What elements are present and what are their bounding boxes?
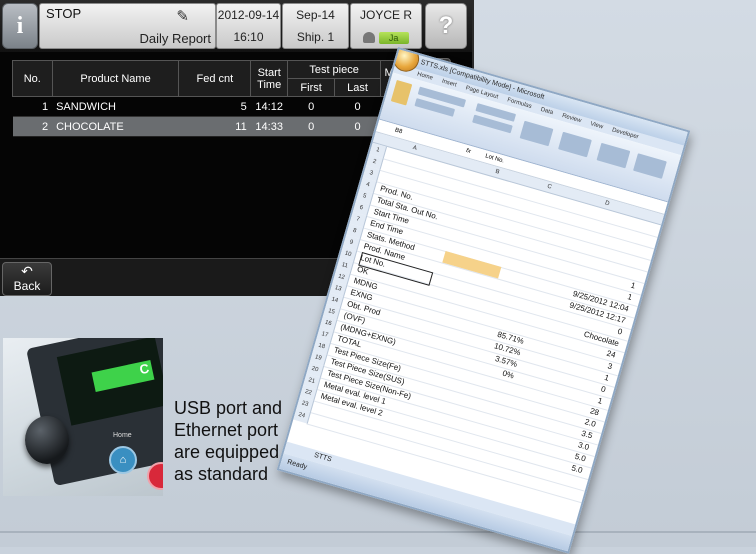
help-button[interactable]: ?	[425, 3, 467, 49]
row-last: 0	[334, 96, 381, 117]
rotary-knob	[25, 416, 69, 464]
back-arrow-icon: ↶	[21, 263, 33, 279]
styles-icon[interactable]	[558, 131, 592, 158]
status-panel[interactable]: STOP ✎ Daily Report	[39, 3, 216, 49]
info-button[interactable]: i	[2, 3, 38, 49]
report-label: Daily Report	[139, 31, 211, 46]
caption-line: USB port and	[174, 398, 283, 418]
fx-icon: fx	[465, 147, 472, 155]
row-start: 14:12	[250, 96, 288, 117]
col-last: Last	[334, 78, 381, 97]
row-product: CHOCOLATE	[52, 116, 179, 137]
row-start: 14:33	[250, 116, 288, 137]
lot-label: Sep-14	[296, 8, 335, 22]
caption-line: are equipped	[174, 442, 280, 462]
row-product: SANDWICH	[52, 96, 179, 117]
status-label: STOP	[46, 6, 82, 21]
machine-photo: C Home ⌂	[3, 338, 163, 496]
home-icon: ⌂	[109, 446, 137, 474]
date-label: 2012-09-14	[217, 8, 280, 22]
user-level: Ja	[351, 30, 421, 44]
paste-icon[interactable]	[390, 79, 413, 106]
caption-line: Ethernet port	[174, 420, 279, 440]
col-first: First	[287, 78, 336, 97]
ship-label: Ship. 1	[296, 30, 335, 44]
number-format-icon[interactable]	[519, 120, 554, 147]
caption-line: as standard	[174, 464, 269, 484]
col-test: Test piece	[287, 60, 381, 79]
selected-cell[interactable]	[442, 251, 502, 279]
back-label: Back	[13, 279, 41, 293]
row-no: 1	[12, 96, 53, 117]
row-first: 0	[287, 116, 335, 137]
col-start: Start Time	[250, 60, 289, 97]
editing-icon[interactable]	[633, 153, 667, 179]
col-header-d[interactable]: D	[604, 198, 611, 209]
date-time-display[interactable]: 2012-09-14 16:10	[216, 3, 281, 49]
access-level-badge: Ja	[378, 31, 409, 44]
time-label: 16:10	[233, 30, 264, 44]
row-fed: 11	[178, 116, 251, 137]
table-row[interactable]: 1 SANDWICH 5 14:12 0 0 1	[12, 96, 416, 117]
user-display[interactable]: JOYCE R Ja	[350, 3, 422, 49]
row-fed: 5	[178, 96, 251, 117]
col-header-c[interactable]: C	[546, 182, 553, 193]
cells-icon[interactable]	[596, 142, 631, 169]
back-button[interactable]: ↶ Back	[2, 262, 52, 296]
col-header-a[interactable]: A	[411, 143, 418, 154]
row-first: 0	[287, 96, 335, 117]
col-fed: Fed cnt	[178, 60, 252, 97]
name-box[interactable]: B8	[393, 125, 403, 139]
table-row-selected[interactable]: 2 CHOCOLATE 11 14:33 0 0 0	[12, 116, 416, 137]
col-no: No.	[12, 60, 53, 97]
user-icon	[363, 32, 376, 44]
stop-button-icon	[147, 462, 163, 490]
user-label: JOYCE R	[359, 8, 412, 22]
page-divider	[0, 531, 756, 533]
col-header-b[interactable]: B	[494, 167, 501, 178]
pencil-icon: ✎	[176, 8, 189, 25]
feature-caption: USB port and Ethernet port are equipped …	[174, 397, 314, 485]
row-no: 2	[12, 116, 53, 137]
col-product: Product Name	[51, 60, 180, 97]
lot-ship-display[interactable]: Sep-14 Ship. 1	[282, 3, 349, 49]
home-label: Home	[113, 432, 132, 439]
